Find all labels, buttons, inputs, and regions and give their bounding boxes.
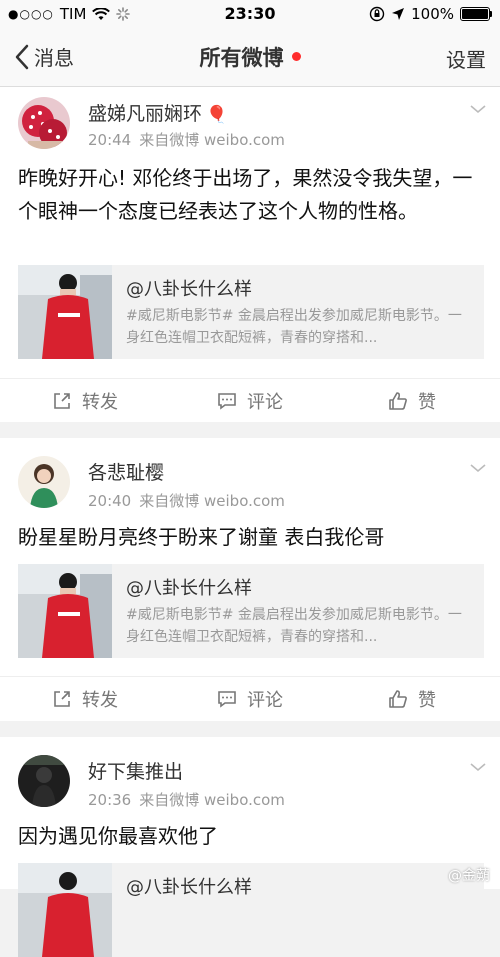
user-name[interactable]: 好下集推出 bbox=[88, 757, 183, 784]
share-icon bbox=[54, 691, 70, 707]
rotation-lock-icon bbox=[369, 6, 385, 22]
settings-button[interactable]: 设置 bbox=[446, 44, 486, 73]
avatar-image bbox=[18, 456, 70, 508]
embedded-card[interactable]: @八卦长什么样 #威尼斯电影节# 金晨启程出发参加威尼斯电影节。一身红色连帽卫衣… bbox=[18, 564, 484, 658]
card-title: @八卦长什么样 bbox=[126, 578, 252, 599]
share-icon bbox=[54, 393, 70, 409]
post-source: 来自微博 weibo.com bbox=[139, 791, 285, 809]
post-text: 盼星星盼月亮终于盼来了谢童 表白我伦哥 bbox=[18, 525, 385, 549]
embedded-card[interactable]: @八卦长什么样 bbox=[18, 863, 484, 957]
embedded-card[interactable]: @八卦长什么样 #威尼斯电影节# 金晨启程出发参加威尼斯电影节。一身红色连帽卫衣… bbox=[18, 265, 484, 359]
card-thumbnail bbox=[18, 564, 112, 658]
repost-button[interactable]: 转发 bbox=[52, 677, 118, 721]
post-time: 20:40 bbox=[88, 492, 132, 510]
like-label: 赞 bbox=[418, 690, 436, 711]
page-title-text: 所有微博 bbox=[199, 46, 284, 70]
location-arrow-icon bbox=[392, 8, 405, 20]
chevron-down-icon[interactable] bbox=[470, 759, 486, 775]
status-right: 100% bbox=[369, 5, 492, 23]
like-label: 赞 bbox=[418, 392, 436, 413]
user-name[interactable]: 盛娣凡丽娴环 🎈 bbox=[88, 99, 227, 126]
comment-icon bbox=[218, 691, 236, 708]
nav-bar: 消息 所有微博 设置 bbox=[0, 28, 500, 87]
comment-label: 评论 bbox=[247, 690, 283, 711]
post-meta: 20:40 来自微博 weibo.com bbox=[88, 490, 293, 511]
status-bar: ●○○○ TIM 23:30 100% bbox=[0, 0, 500, 28]
thumbs-up-icon bbox=[389, 392, 407, 410]
post-time: 20:44 bbox=[88, 131, 132, 149]
comment-button[interactable]: 评论 bbox=[217, 379, 283, 423]
card-description: #威尼斯电影节# 金晨启程出发参加威尼斯电影节。一身红色连帽卫衣配短裤，青春的穿… bbox=[126, 607, 462, 645]
avatar[interactable] bbox=[18, 97, 70, 149]
avatar-image bbox=[18, 97, 70, 149]
avatar[interactable] bbox=[18, 456, 70, 508]
card-title: @八卦长什么样 bbox=[126, 279, 252, 300]
comment-button[interactable]: 评论 bbox=[217, 677, 283, 721]
chevron-down-icon[interactable] bbox=[470, 101, 486, 117]
balloon-icon: 🎈 bbox=[206, 105, 228, 125]
card-description: #威尼斯电影节# 金晨启程出发参加威尼斯电影节。一身红色连帽卫衣配短裤，青春的穿… bbox=[126, 308, 462, 346]
comment-icon bbox=[218, 393, 236, 410]
card-thumbnail bbox=[18, 863, 112, 957]
post-card: 各悲耻樱 20:40 来自微博 weibo.com 盼星星盼月亮终于盼来了谢童 表… bbox=[0, 438, 500, 721]
post-source: 来自微博 weibo.com bbox=[139, 131, 285, 149]
like-button[interactable]: 赞 bbox=[388, 677, 436, 721]
avatar[interactable] bbox=[18, 755, 70, 807]
post-text: 因为遇见你最喜欢他了 bbox=[18, 824, 218, 848]
post-card: 盛娣凡丽娴环 🎈 20:44 来自微博 weibo.com 昨晚好开心! 邓伦终于出… bbox=[0, 87, 500, 422]
post-card: 好下集推出 20:36 来自微博 weibo.com 因为遇见你最喜欢他了 @八卦… bbox=[0, 737, 500, 957]
post-time: 20:36 bbox=[88, 791, 132, 809]
page-title: 所有微博 bbox=[0, 42, 500, 72]
watermark: @金蒴 bbox=[448, 868, 490, 884]
card-thumbnail bbox=[18, 265, 112, 359]
user-name-text: 盛娣凡丽娴环 bbox=[88, 103, 203, 125]
battery-percent: 100% bbox=[411, 5, 454, 23]
thumbs-up-icon bbox=[389, 690, 407, 708]
repost-button[interactable]: 转发 bbox=[52, 379, 118, 423]
action-bar: 转发 评论 赞 bbox=[0, 378, 500, 423]
like-button[interactable]: 赞 bbox=[388, 379, 436, 423]
repost-label: 转发 bbox=[82, 690, 118, 711]
post-text: 昨晚好开心! 邓伦终于出场了，果然没令我失望，一个眼神一个态度已经表达了这个人物… bbox=[18, 166, 473, 223]
avatar-image bbox=[18, 755, 70, 807]
user-name[interactable]: 各悲耻樱 bbox=[88, 458, 164, 485]
chevron-down-icon[interactable] bbox=[470, 460, 486, 476]
comment-label: 评论 bbox=[247, 392, 283, 413]
action-bar: 转发 评论 赞 bbox=[0, 676, 500, 721]
post-source: 来自微博 weibo.com bbox=[139, 492, 285, 510]
card-title: @八卦长什么样 bbox=[126, 877, 252, 898]
post-meta: 20:36 来自微博 weibo.com bbox=[88, 789, 293, 810]
battery-icon bbox=[460, 7, 492, 21]
unread-dot bbox=[291, 52, 301, 61]
repost-label: 转发 bbox=[82, 392, 118, 413]
post-meta: 20:44 来自微博 weibo.com bbox=[88, 129, 293, 150]
